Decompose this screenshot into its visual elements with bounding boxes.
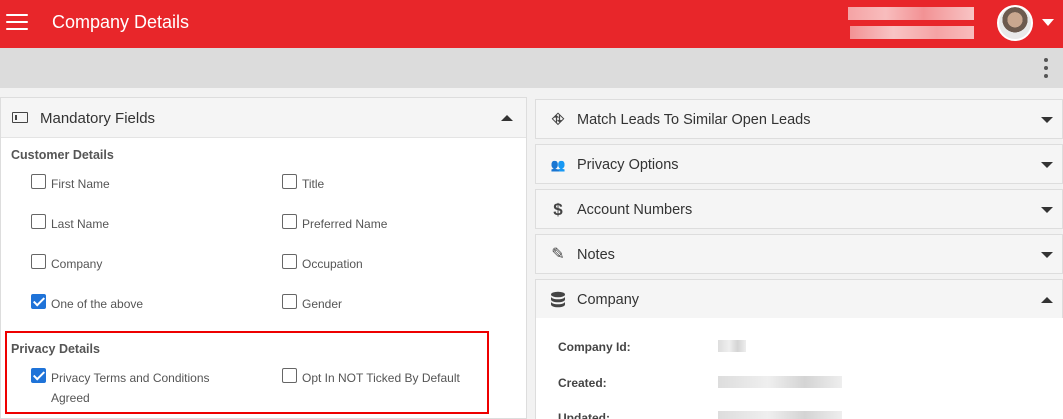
checkbox-one-of-the-above[interactable]: One of the above: [31, 293, 231, 311]
accordion-privacy-options[interactable]: 👥 Privacy Options: [535, 144, 1063, 184]
accordion-title: Match Leads To Similar Open Leads: [577, 112, 811, 128]
checkbox-box[interactable]: [31, 254, 46, 269]
mandatory-fields-header[interactable]: Mandatory Fields: [1, 98, 526, 138]
checkbox-box[interactable]: [282, 294, 297, 309]
accordion-company[interactable]: Company: [535, 279, 1063, 319]
user-menu-caret-icon[interactable]: [1042, 19, 1054, 26]
checkbox-box[interactable]: [282, 254, 297, 269]
checkbox-first-name[interactable]: First Name: [31, 173, 231, 191]
database-icon: [549, 291, 567, 309]
checkbox-label: Opt In NOT Ticked By Default: [302, 371, 460, 385]
created-label: Created:: [558, 376, 607, 390]
app-header: Company Details: [0, 0, 1063, 48]
expand-caret-icon[interactable]: [1041, 207, 1053, 213]
mandatory-fields-title: Mandatory Fields: [40, 110, 156, 127]
checkbox-label-line2: Agreed: [51, 391, 90, 405]
collapse-caret-icon[interactable]: [1041, 297, 1053, 303]
expand-caret-icon[interactable]: [1041, 117, 1053, 123]
checkbox-box[interactable]: [31, 174, 46, 189]
customer-details-label: Customer Details: [11, 148, 114, 162]
checkbox-box[interactable]: [31, 214, 46, 229]
checkbox-box-checked[interactable]: [31, 294, 46, 309]
expand-caret-icon[interactable]: [1041, 162, 1053, 168]
company-id-value-redacted: [718, 340, 746, 352]
checkbox-preferred-name[interactable]: Preferred Name: [282, 213, 482, 231]
accordion-title: Privacy Options: [577, 157, 679, 173]
checkbox-label: Preferred Name: [302, 217, 388, 231]
checkbox-box[interactable]: [282, 214, 297, 229]
checkbox-label: Last Name: [51, 217, 110, 231]
users-icon: 👥: [550, 158, 566, 172]
privacy-details-label: Privacy Details: [11, 342, 100, 356]
more-options-icon[interactable]: [1041, 56, 1051, 80]
checkbox-label: Gender: [302, 297, 343, 311]
checkbox-label: Occupation: [302, 257, 363, 271]
checkbox-opt-in-not-ticked[interactable]: Opt In NOT Ticked By Default: [282, 367, 482, 385]
avatar[interactable]: [997, 5, 1033, 41]
created-value-redacted: [718, 376, 842, 388]
accordion-match-leads[interactable]: ⛗ Match Leads To Similar Open Leads: [535, 99, 1063, 139]
dollar-icon: $: [553, 200, 563, 219]
edit-note-icon: ✎: [551, 246, 565, 263]
company-id-label: Company Id:: [558, 340, 631, 354]
collapse-caret-icon[interactable]: [501, 115, 513, 121]
accordion-account-numbers[interactable]: $ Account Numbers: [535, 189, 1063, 229]
accordion-title: Company: [577, 292, 640, 308]
checkbox-box-checked[interactable]: [31, 368, 46, 383]
checkbox-occupation[interactable]: Occupation: [282, 253, 482, 271]
checkbox-box[interactable]: [282, 368, 297, 383]
card-icon: [12, 112, 28, 123]
checkbox-company[interactable]: Company: [31, 253, 231, 271]
checkbox-label: One of the above: [51, 297, 144, 311]
updated-label: Updated:: [558, 411, 610, 419]
sitemap-icon: ⛗: [551, 111, 564, 128]
accordion-notes[interactable]: ✎ Notes: [535, 234, 1063, 274]
checkbox-privacy-terms-agreed[interactable]: Privacy Terms and Conditions Agreed: [31, 367, 251, 407]
expand-caret-icon[interactable]: [1041, 252, 1053, 258]
company-details-body: Company Id: Created: Updated:: [535, 318, 1063, 419]
checkbox-label: Title: [302, 177, 325, 191]
hamburger-icon[interactable]: [6, 13, 28, 31]
checkbox-label-line1: Privacy Terms and Conditions: [51, 371, 210, 385]
page-title: Company Details: [52, 12, 190, 32]
user-info-redacted: [848, 7, 976, 41]
checkbox-box[interactable]: [282, 174, 297, 189]
checkbox-label: Company: [51, 257, 103, 271]
checkbox-title[interactable]: Title: [282, 173, 482, 191]
accordion-title: Notes: [577, 247, 615, 263]
checkbox-last-name[interactable]: Last Name: [31, 213, 231, 231]
checkbox-label: First Name: [51, 177, 110, 191]
toolbar: [0, 48, 1063, 88]
accordion-title: Account Numbers: [577, 202, 693, 218]
checkbox-gender[interactable]: Gender: [282, 293, 482, 311]
updated-value-redacted: [718, 411, 842, 419]
